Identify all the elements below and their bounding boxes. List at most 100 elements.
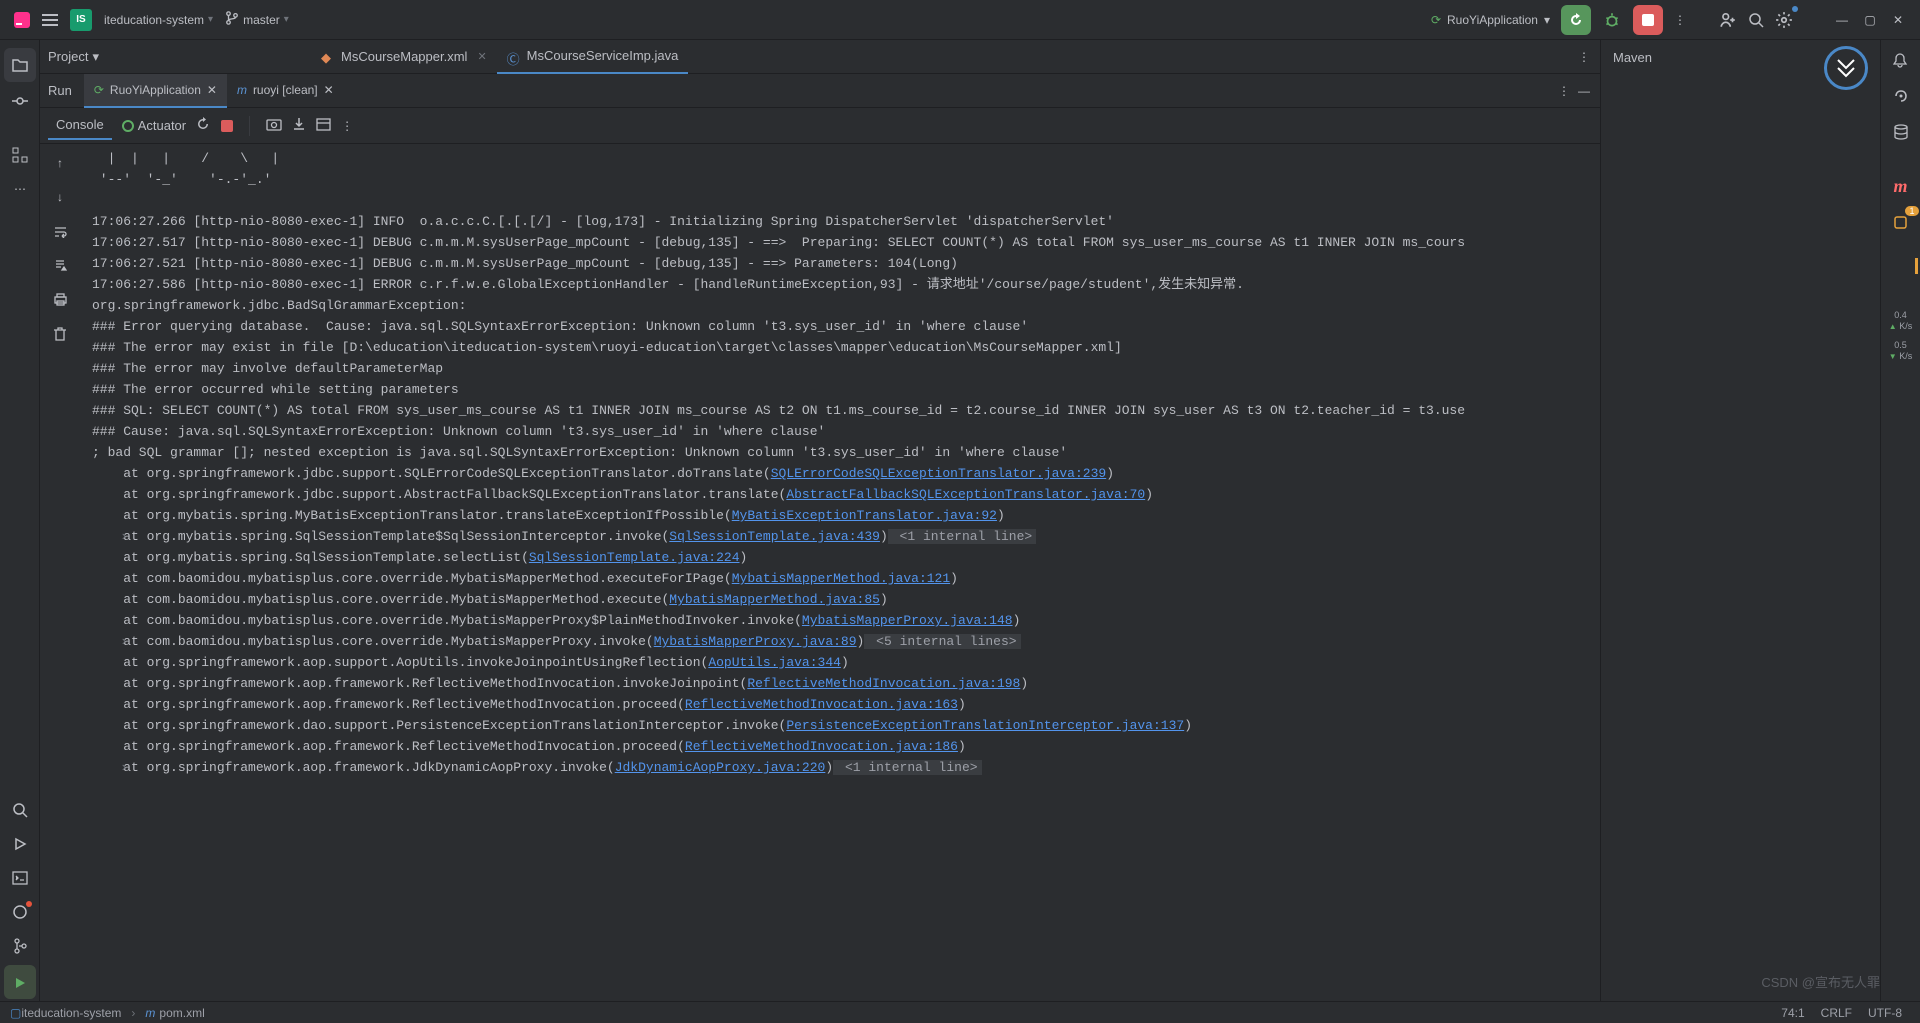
close-tab-icon[interactable]: ✕ (324, 83, 334, 97)
tool-options-icon[interactable]: ⋮ (1558, 84, 1570, 98)
title-bar: IS iteducation-system ▾ master ▾ ⟳ RuoYi… (0, 0, 1920, 40)
minimize-icon[interactable]: — (1828, 6, 1856, 34)
run-tab-clean[interactable]: m ruoyi [clean] ✕ (227, 74, 344, 108)
notifications-icon[interactable] (1885, 46, 1917, 74)
settings-icon[interactable] (1770, 6, 1798, 34)
terminal-tool-icon[interactable] (0, 861, 40, 895)
plugin-icon[interactable] (1885, 208, 1917, 236)
project-view-label: Project (48, 49, 88, 64)
network-up-meter: 0.4▲ K/s (1889, 310, 1912, 332)
more-tool-icon[interactable]: ⋯ (0, 172, 40, 206)
branch-selector[interactable]: master ▾ (219, 11, 295, 28)
tab-label: MsCourseMapper.xml (341, 49, 467, 64)
project-view-button[interactable]: Project ▾ (48, 49, 111, 65)
crumb-file: pom.xml (159, 1006, 204, 1020)
watermark-text: CSDN @宣布无人罪 (1761, 972, 1880, 991)
branch-name: master (243, 13, 280, 27)
tab-label: MsCourseServiceImp.java (527, 48, 679, 63)
status-bar: ▢ iteducation-system › m pom.xml 74:1 CR… (0, 1001, 1920, 1023)
editor-area: Project ▾ ◆ MsCourseMapper.xml ✕ Ⓒ MsCou… (40, 40, 1600, 1001)
tab-overflow-icon[interactable]: ⋮ (1568, 50, 1600, 64)
main-menu-icon[interactable] (36, 6, 64, 34)
youtrack-icon[interactable] (1824, 46, 1868, 90)
project-name: iteducation-system (104, 13, 204, 27)
console-output[interactable]: | | | / \ | '--' '-_' '-.-'_.' 17:06:27.… (80, 144, 1600, 1001)
close-tab-icon[interactable]: ✕ (477, 50, 486, 63)
actuator-icon (122, 120, 134, 132)
code-with-me-icon[interactable] (1714, 6, 1742, 34)
left-tool-rail: ⋯ (0, 40, 40, 1001)
editor-tab-xml[interactable]: ◆ MsCourseMapper.xml ✕ (311, 40, 497, 74)
maven-file-icon: m (145, 1006, 155, 1020)
stop-button[interactable] (1633, 5, 1663, 35)
spring-icon: ⟳ (1431, 13, 1441, 27)
problems-tool-icon[interactable] (0, 895, 40, 929)
cursor-position[interactable]: 74:1 (1781, 1006, 1804, 1020)
maven-panel: Maven (1600, 40, 1880, 1001)
module-icon: ▢ (10, 1006, 21, 1020)
crumb-module: iteducation-system (21, 1006, 121, 1020)
project-selector[interactable]: iteducation-system ▾ (98, 13, 219, 27)
chevron-down-icon: ▾ (284, 14, 289, 25)
java-class-icon: Ⓒ (507, 49, 521, 63)
maven-title: Maven (1613, 50, 1652, 65)
editor-tab-java[interactable]: Ⓒ MsCourseServiceImp.java (497, 40, 689, 74)
editor-tabs: Project ▾ ◆ MsCourseMapper.xml ✕ Ⓒ MsCou… (40, 40, 1600, 74)
actuator-label: Actuator (138, 118, 186, 133)
search-tool-icon[interactable] (0, 793, 40, 827)
rerun-icon[interactable] (196, 117, 211, 135)
console-tab[interactable]: Console (48, 111, 112, 140)
run-panel-label: Run (48, 83, 72, 98)
run-config-selector[interactable]: ⟳ RuoYiApplication ▾ (1423, 9, 1558, 31)
soft-wrap-icon[interactable] (40, 218, 80, 244)
network-down-meter: 0.5▼ K/s (1889, 340, 1912, 362)
project-badge: IS (70, 9, 92, 31)
run-tab-label: ruoyi [clean] (253, 83, 318, 97)
run-tab-app[interactable]: ⟳ RuoYiApplication ✕ (84, 74, 227, 108)
maximize-icon[interactable]: ▢ (1856, 6, 1884, 34)
build-tool-icon[interactable] (4, 965, 36, 999)
tool-minimize-icon[interactable]: — (1578, 84, 1590, 98)
console-gutter: ↑ ↓ (40, 144, 80, 1001)
debug-button[interactable] (1597, 5, 1627, 35)
rerun-button[interactable] (1561, 5, 1591, 35)
layout-icon[interactable] (316, 118, 331, 134)
close-icon[interactable]: ✕ (1884, 6, 1912, 34)
scroll-up-icon[interactable]: ↑ (40, 150, 80, 176)
project-tool-icon[interactable] (4, 48, 36, 82)
stop-icon[interactable] (221, 120, 233, 132)
console-toolbar: Console Actuator ⋮ (40, 108, 1600, 144)
close-tab-icon[interactable]: ✕ (207, 83, 217, 97)
run-tool-icon[interactable] (0, 827, 40, 861)
run-tab-label: RuoYiApplication (110, 83, 201, 97)
actuator-tab[interactable]: Actuator (122, 118, 186, 133)
search-icon[interactable] (1742, 6, 1770, 34)
export-icon[interactable] (292, 117, 306, 134)
branch-icon (225, 11, 239, 28)
spring-run-icon: ⟳ (94, 83, 104, 97)
console-more-icon[interactable]: ⋮ (341, 119, 353, 133)
chevron-down-icon: ▾ (208, 14, 213, 25)
screenshot-icon[interactable] (266, 117, 282, 134)
database-icon[interactable] (1885, 118, 1917, 146)
scroll-down-icon[interactable]: ↓ (40, 184, 80, 210)
structure-tool-icon[interactable] (0, 138, 40, 172)
maven-tool-icon[interactable]: m (1885, 172, 1917, 200)
run-config-name: RuoYiApplication (1447, 13, 1538, 27)
breadcrumb[interactable]: iteducation-system › m pom.xml (21, 1006, 204, 1020)
app-icon[interactable] (8, 6, 36, 34)
xml-file-icon: ◆ (321, 50, 335, 64)
print-icon[interactable] (40, 286, 80, 312)
more-actions-icon[interactable]: ⋮ (1666, 6, 1694, 34)
clear-icon[interactable] (40, 320, 80, 346)
ai-assistant-icon[interactable] (1885, 82, 1917, 110)
run-tool-window-header: Run ⟳ RuoYiApplication ✕ m ruoyi [clean]… (40, 74, 1600, 108)
maven-icon: m (237, 83, 247, 97)
commit-tool-icon[interactable] (0, 84, 40, 118)
scroll-to-end-icon[interactable] (40, 252, 80, 278)
line-separator[interactable]: CRLF (1821, 1006, 1852, 1020)
chevron-down-icon: ▾ (1544, 13, 1550, 27)
file-encoding[interactable]: UTF-8 (1868, 1006, 1902, 1020)
vcs-tool-icon[interactable] (0, 929, 40, 963)
chevron-down-icon: ▾ (92, 49, 99, 65)
